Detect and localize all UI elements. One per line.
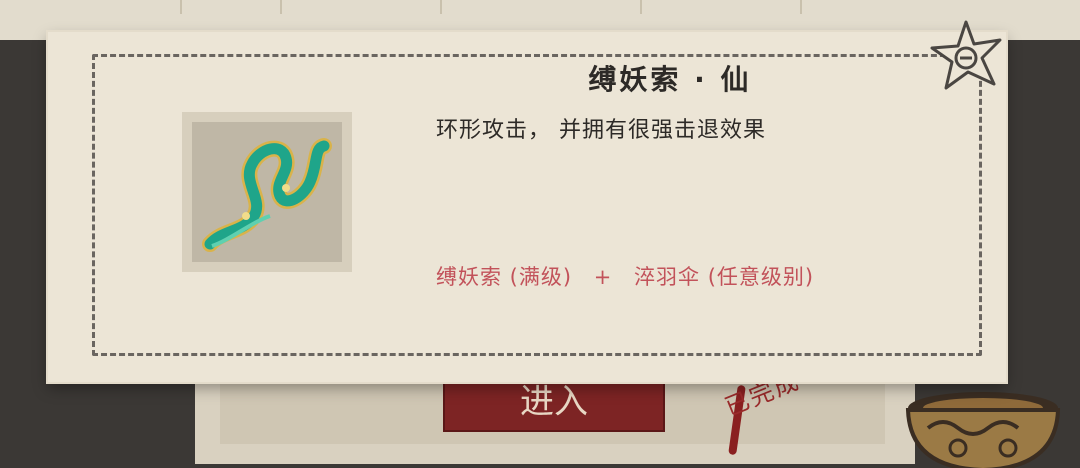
recipe-ingredient-1: 缚妖索 (满级) [436,265,573,289]
item-title: 缚妖索 · 仙 [588,63,752,96]
rope-item-icon [202,138,332,252]
recipe-ingredient-2: 淬羽伞 (任意级别) [634,265,815,289]
close-star-icon[interactable] [928,18,1004,94]
bronze-pot-icon [905,392,1061,468]
item-description: 环形攻击， 并拥有很强击退效果 [436,118,766,143]
recipe-plus: + [593,265,613,289]
item-recipe: 缚妖索 (满级) + 淬羽伞 (任意级别) [436,260,956,294]
